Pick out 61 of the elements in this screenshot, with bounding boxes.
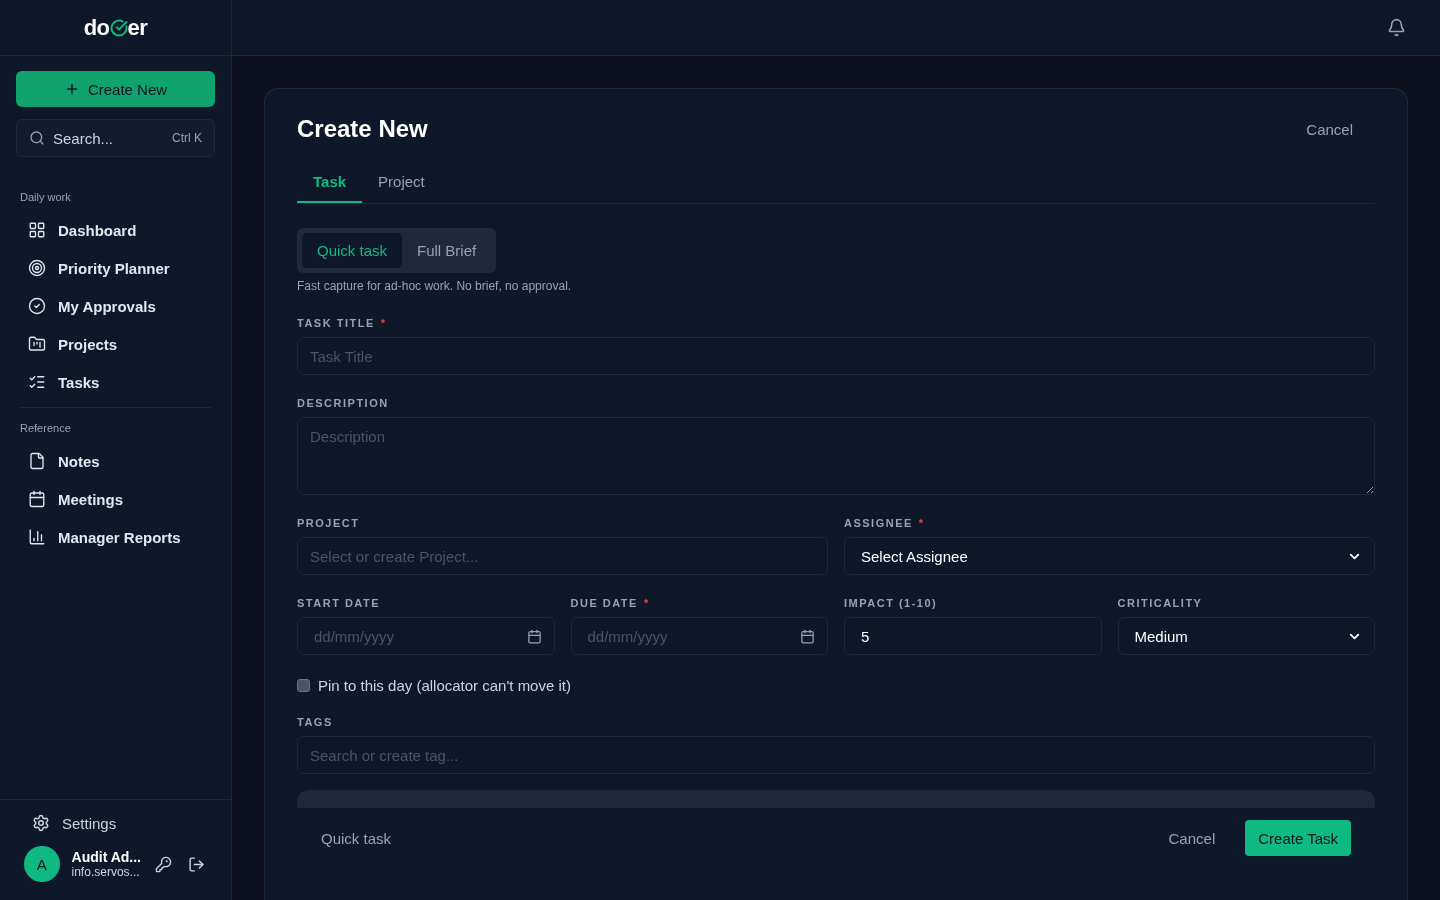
select-dropdown[interactable]: Medium (1117, 617, 1375, 655)
field-label: DESCRIPTION (297, 397, 389, 409)
user-avatar: A (24, 846, 60, 882)
field-label: TASK TITLE (297, 317, 375, 329)
logo: do er (83, 14, 148, 41)
nav-item[interactable]: My Approvals (16, 287, 215, 325)
pin-checkbox-label[interactable]: Pin to this day (allocator can't move it) (297, 677, 1375, 694)
text-input[interactable]: Task Title (297, 337, 1375, 375)
mode-hint: Fast capture for ad-hoc work. No brief, no approval. (297, 279, 573, 293)
create-new-button[interactable]: Create New (16, 71, 215, 107)
tab[interactable]: Task (297, 163, 363, 203)
calendar-icon (800, 628, 815, 644)
nav-item[interactable]: Meetings (16, 480, 215, 518)
shortcut-hint: Ctrl K (172, 131, 202, 145)
target-icon (28, 259, 46, 277)
checklist-icon (28, 373, 46, 391)
nav-item[interactable]: Projects (16, 325, 215, 363)
field-label: CRITICALITY (1117, 597, 1203, 609)
field-label: DUE DATE (570, 597, 638, 609)
cancel-button[interactable]: Cancel (1162, 828, 1222, 848)
create-task-button[interactable]: Create Task (1245, 820, 1351, 856)
description-textarea[interactable]: Description (297, 417, 1375, 495)
mode-option[interactable]: Quick task (302, 233, 403, 268)
section-heading: Daily work (19, 190, 72, 205)
settings-icon (32, 814, 50, 832)
user-name: Audit Ad... (71, 849, 141, 865)
field-label: ASSIGNEE (844, 517, 913, 529)
select-dropdown[interactable]: Select Assignee (844, 537, 1375, 575)
tab[interactable]: Project (362, 163, 441, 203)
field-label: START DATE (297, 597, 381, 609)
search-icon (29, 130, 45, 146)
bar-chart-icon (28, 528, 46, 546)
nav-item[interactable]: Dashboard (16, 211, 215, 249)
user-email: info.servos... (71, 865, 141, 879)
file-icon (28, 452, 46, 470)
settings-link[interactable]: Settings (24, 814, 207, 832)
number-input[interactable]: 5 (844, 617, 1102, 655)
field-label: IMPACT (1-10) (844, 597, 938, 609)
checkbox[interactable] (297, 679, 310, 692)
field-label: PROJECT (297, 517, 360, 529)
required-mark: * (918, 517, 925, 529)
calendar-icon (28, 490, 46, 508)
form-title: Create New (297, 115, 428, 143)
cancel-button[interactable]: Cancel (1300, 119, 1359, 139)
text-input[interactable]: Select or create Project... (297, 537, 828, 575)
text-input[interactable]: Search or create tag... (297, 736, 1375, 774)
mode-label: Quick task (321, 829, 392, 847)
field-label: TAGS (297, 716, 333, 728)
nav-item[interactable]: Manager Reports (16, 518, 215, 556)
folder-icon (28, 335, 46, 353)
nav-item[interactable]: Tasks (16, 363, 215, 401)
mode-option[interactable]: Full Brief (402, 233, 492, 268)
required-mark: * (643, 597, 650, 609)
required-mark: * (380, 317, 387, 329)
section-heading: Reference (19, 421, 72, 436)
check-circle-icon (28, 297, 46, 315)
search-field[interactable]: Search... Ctrl K (16, 119, 215, 157)
nav-item[interactable]: Notes (16, 442, 215, 480)
nav-item[interactable]: Priority Planner (16, 249, 215, 287)
calendar-icon (526, 628, 542, 644)
grid-icon (28, 221, 46, 239)
